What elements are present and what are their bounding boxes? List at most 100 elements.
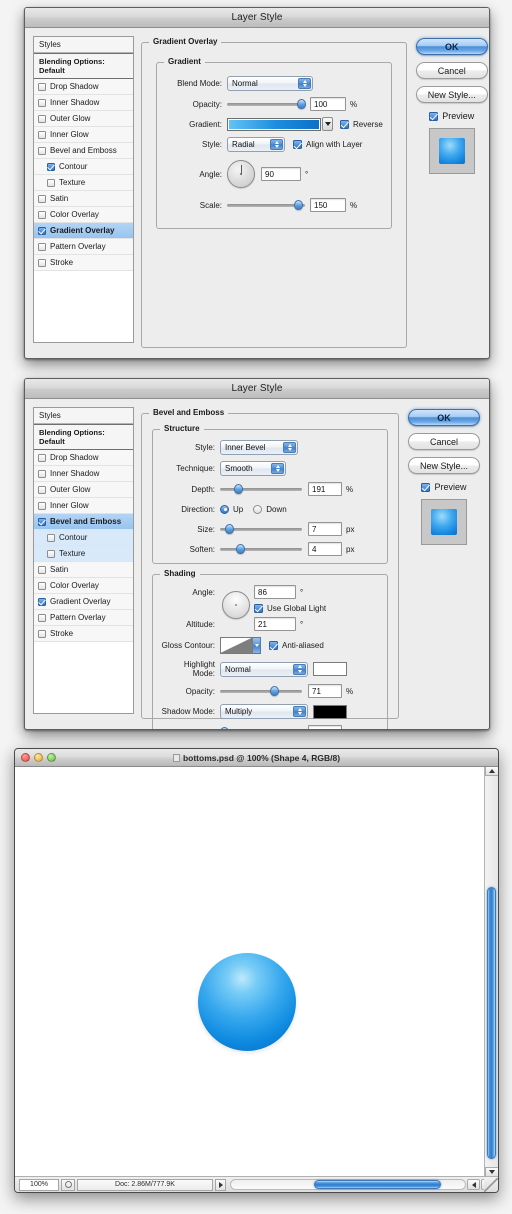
checkbox-reverse[interactable] bbox=[340, 120, 349, 129]
scale-slider[interactable] bbox=[227, 198, 305, 212]
checkbox-gradient-overlay[interactable] bbox=[38, 598, 46, 606]
checkbox-color-overlay[interactable] bbox=[38, 211, 46, 219]
scale-input[interactable]: 150 bbox=[310, 198, 346, 212]
sidebar-item-gradient-overlay[interactable]: Gradient Overlay bbox=[34, 223, 133, 239]
checkbox-drop-shadow[interactable] bbox=[38, 83, 46, 91]
checkbox-contour[interactable] bbox=[47, 534, 55, 542]
window-resize-grip[interactable] bbox=[484, 1178, 498, 1192]
checkbox-color-overlay[interactable] bbox=[38, 582, 46, 590]
status-menu-button[interactable] bbox=[215, 1179, 226, 1191]
bevel-style-select[interactable]: Inner Bevel bbox=[220, 440, 298, 455]
dialog-titlebar[interactable]: Layer Style bbox=[25, 379, 489, 399]
blending-options-item[interactable]: Blending Options: Default bbox=[34, 424, 133, 450]
gloss-contour-swatch[interactable] bbox=[220, 637, 253, 654]
gradient-picker-dropdown[interactable] bbox=[322, 117, 333, 131]
sidebar-item-texture[interactable]: Texture bbox=[34, 175, 133, 191]
sidebar-item-inner-shadow[interactable]: Inner Shadow bbox=[34, 466, 133, 482]
slider-knob[interactable] bbox=[297, 99, 306, 109]
technique-select[interactable]: Smooth bbox=[220, 461, 286, 476]
styles-list[interactable]: Styles Blending Options: Default Drop Sh… bbox=[33, 36, 134, 343]
opacity-slider[interactable] bbox=[227, 97, 305, 111]
shadow-opacity-slider[interactable] bbox=[220, 725, 302, 730]
preview-toggle[interactable]: Preview bbox=[421, 482, 466, 492]
checkbox-stroke[interactable] bbox=[38, 259, 46, 267]
sidebar-item-outer-glow[interactable]: Outer Glow bbox=[34, 482, 133, 498]
sidebar-item-color-overlay[interactable]: Color Overlay bbox=[34, 578, 133, 594]
gloss-contour-dropdown[interactable] bbox=[253, 637, 261, 654]
sidebar-item-gradient-overlay[interactable]: Gradient Overlay bbox=[34, 594, 133, 610]
checkbox-stroke[interactable] bbox=[38, 630, 46, 638]
checkbox-texture[interactable] bbox=[47, 550, 55, 558]
altitude-input[interactable]: 21 bbox=[254, 617, 296, 631]
sidebar-item-contour[interactable]: Contour bbox=[34, 159, 133, 175]
zoom-level-input[interactable]: 100% bbox=[19, 1179, 59, 1191]
document-titlebar[interactable]: bottoms.psd @ 100% (Shape 4, RGB/8) bbox=[15, 749, 498, 767]
checkbox-inner-shadow[interactable] bbox=[38, 470, 46, 478]
sidebar-item-inner-glow[interactable]: Inner Glow bbox=[34, 127, 133, 143]
checkbox-outer-glow[interactable] bbox=[38, 115, 46, 123]
highlight-color-swatch[interactable] bbox=[313, 662, 347, 676]
preview-toggle[interactable]: Preview bbox=[429, 111, 474, 121]
doc-info[interactable]: Doc: 2.86M/777.9K bbox=[77, 1179, 213, 1191]
sidebar-item-pattern-overlay[interactable]: Pattern Overlay bbox=[34, 239, 133, 255]
styles-list[interactable]: Styles Blending Options: Default Drop Sh… bbox=[33, 407, 134, 714]
horizontal-scrollbar-thumb[interactable] bbox=[314, 1180, 441, 1189]
status-arrow-icon[interactable] bbox=[61, 1179, 75, 1191]
sidebar-item-drop-shadow[interactable]: Drop Shadow bbox=[34, 79, 133, 95]
checkbox-drop-shadow[interactable] bbox=[38, 454, 46, 462]
angle-dial[interactable] bbox=[227, 160, 255, 188]
blend-mode-select[interactable]: Normal bbox=[227, 76, 313, 91]
ok-button[interactable]: OK bbox=[416, 38, 488, 55]
soften-input[interactable]: 4 bbox=[308, 542, 342, 556]
blending-options-item[interactable]: Blending Options: Default bbox=[34, 53, 133, 79]
highlight-mode-select[interactable]: Normal bbox=[220, 662, 308, 677]
radio-direction-up[interactable] bbox=[220, 505, 229, 514]
shadow-mode-select[interactable]: Multiply bbox=[220, 704, 308, 719]
checkbox-inner-glow[interactable] bbox=[38, 502, 46, 510]
sidebar-item-contour[interactable]: Contour bbox=[34, 530, 133, 546]
blue-sphere-shape[interactable] bbox=[198, 953, 296, 1051]
checkbox-satin[interactable] bbox=[38, 195, 46, 203]
checkbox-gradient-overlay[interactable] bbox=[38, 227, 46, 235]
sidebar-item-bevel-and-emboss[interactable]: Bevel and Emboss bbox=[34, 514, 133, 530]
checkbox-texture[interactable] bbox=[47, 179, 55, 187]
cancel-button[interactable]: Cancel bbox=[416, 62, 488, 79]
checkbox-preview[interactable] bbox=[421, 483, 430, 492]
dialog-titlebar[interactable]: Layer Style bbox=[25, 8, 489, 28]
checkbox-contour[interactable] bbox=[47, 163, 55, 171]
sidebar-item-color-overlay[interactable]: Color Overlay bbox=[34, 207, 133, 223]
new-style-button[interactable]: New Style... bbox=[408, 457, 480, 474]
depth-slider[interactable] bbox=[220, 482, 302, 496]
canvas-area[interactable] bbox=[15, 767, 498, 1176]
checkbox-outer-glow[interactable] bbox=[38, 486, 46, 494]
scroll-down-button[interactable] bbox=[485, 1167, 498, 1176]
checkbox-preview[interactable] bbox=[429, 112, 438, 121]
highlight-opacity-slider[interactable] bbox=[220, 684, 302, 698]
ok-button[interactable]: OK bbox=[408, 409, 480, 426]
vertical-scrollbar[interactable] bbox=[484, 767, 498, 1176]
soften-slider[interactable] bbox=[220, 542, 302, 556]
slider-knob[interactable] bbox=[236, 544, 245, 554]
size-input[interactable]: 7 bbox=[308, 522, 342, 536]
shadow-color-swatch[interactable] bbox=[313, 705, 347, 719]
new-style-button[interactable]: New Style... bbox=[416, 86, 488, 103]
sidebar-item-pattern-overlay[interactable]: Pattern Overlay bbox=[34, 610, 133, 626]
sidebar-item-outer-glow[interactable]: Outer Glow bbox=[34, 111, 133, 127]
slider-knob[interactable] bbox=[220, 727, 229, 730]
radio-direction-down[interactable] bbox=[253, 505, 262, 514]
checkbox-bevel-and-emboss[interactable] bbox=[38, 147, 46, 155]
checkbox-anti-aliased[interactable] bbox=[269, 641, 278, 650]
scroll-left-button[interactable] bbox=[467, 1179, 480, 1190]
shadow-opacity-input[interactable]: 0 bbox=[308, 725, 342, 730]
slider-knob[interactable] bbox=[270, 686, 279, 696]
checkbox-inner-shadow[interactable] bbox=[38, 99, 46, 107]
size-slider[interactable] bbox=[220, 522, 302, 536]
checkbox-align-with-layer[interactable] bbox=[293, 140, 302, 149]
depth-input[interactable]: 191 bbox=[308, 482, 342, 496]
sidebar-item-inner-shadow[interactable]: Inner Shadow bbox=[34, 95, 133, 111]
sidebar-item-satin[interactable]: Satin bbox=[34, 562, 133, 578]
checkbox-pattern-overlay[interactable] bbox=[38, 243, 46, 251]
slider-knob[interactable] bbox=[234, 484, 243, 494]
sidebar-item-bevel-and-emboss[interactable]: Bevel and Emboss bbox=[34, 143, 133, 159]
slider-knob[interactable] bbox=[225, 524, 234, 534]
